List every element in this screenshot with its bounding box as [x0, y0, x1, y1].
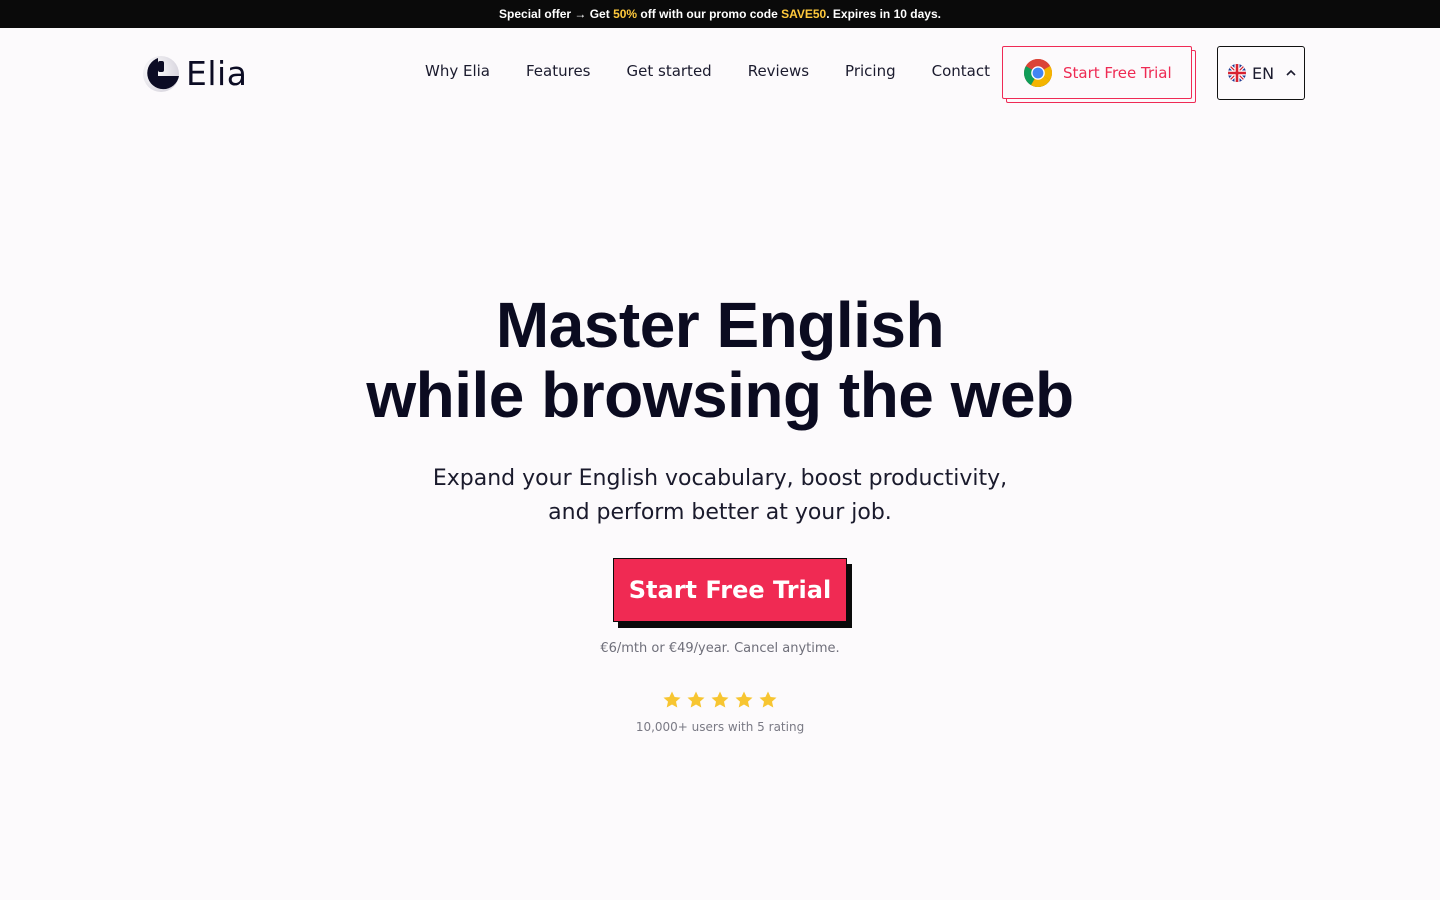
- promo-bar: Special offer → Get 50% off with our pro…: [0, 0, 1440, 28]
- nav-features[interactable]: Features: [526, 62, 591, 80]
- brand-logo[interactable]: Elia: [142, 55, 247, 93]
- hero-title-line-2: while browsing the web: [366, 359, 1074, 431]
- promo-discount: 50%: [613, 7, 638, 21]
- star-icon: [687, 691, 705, 708]
- star-icon: [711, 691, 729, 708]
- chrome-icon: [1024, 58, 1052, 87]
- language-selector[interactable]: EN: [1217, 46, 1305, 100]
- star-icon: [759, 691, 777, 708]
- header-start-trial-button[interactable]: Start Free Trial: [1002, 46, 1192, 99]
- elia-logo-icon: [143, 56, 179, 92]
- hero-cta-wrap: Start Free Trial: [613, 558, 853, 630]
- nav-reviews[interactable]: Reviews: [748, 62, 809, 80]
- language-label: EN: [1252, 63, 1275, 83]
- star-icon: [663, 691, 681, 708]
- nav-pricing[interactable]: Pricing: [845, 62, 896, 80]
- star-icon: [735, 691, 753, 708]
- main-nav: Why Elia Features Get started Reviews Pr…: [425, 60, 990, 82]
- rating-stars: [660, 690, 780, 712]
- promo-prefix: Special offer → Get: [499, 7, 614, 21]
- hero-subtitle-line-2: and perform better at your job.: [548, 500, 892, 525]
- hero-cta-label: Start Free Trial: [628, 576, 832, 604]
- nav-contact[interactable]: Contact: [932, 62, 990, 80]
- rating-note: 10,000+ users with 5 rating: [635, 720, 805, 734]
- hero-title: Master English while browsing the web: [0, 290, 1440, 430]
- promo-code: SAVE50: [781, 7, 827, 21]
- chevron-up-icon: [1286, 69, 1296, 76]
- header-trial-label: Start Free Trial: [1063, 63, 1172, 82]
- hero-subtitle-line-1: Expand your English vocabulary, boost pr…: [432, 466, 1008, 491]
- hero-subtitle: Expand your English vocabulary, boost pr…: [0, 462, 1440, 530]
- nav-why-elia[interactable]: Why Elia: [425, 62, 490, 80]
- header-trial-button-wrap: Start Free Trial: [1002, 46, 1196, 103]
- promo-middle: off with our promo code: [637, 7, 782, 21]
- brand-name: Elia: [186, 54, 248, 93]
- hero-start-trial-button[interactable]: Start Free Trial: [613, 558, 847, 622]
- nav-get-started[interactable]: Get started: [627, 62, 712, 80]
- promo-suffix: . Expires in 10 days.: [826, 7, 941, 21]
- hero-title-line-1: Master English: [495, 289, 945, 361]
- uk-flag-icon: [1228, 64, 1246, 82]
- price-note: €6/mth or €49/year. Cancel anytime.: [600, 641, 840, 656]
